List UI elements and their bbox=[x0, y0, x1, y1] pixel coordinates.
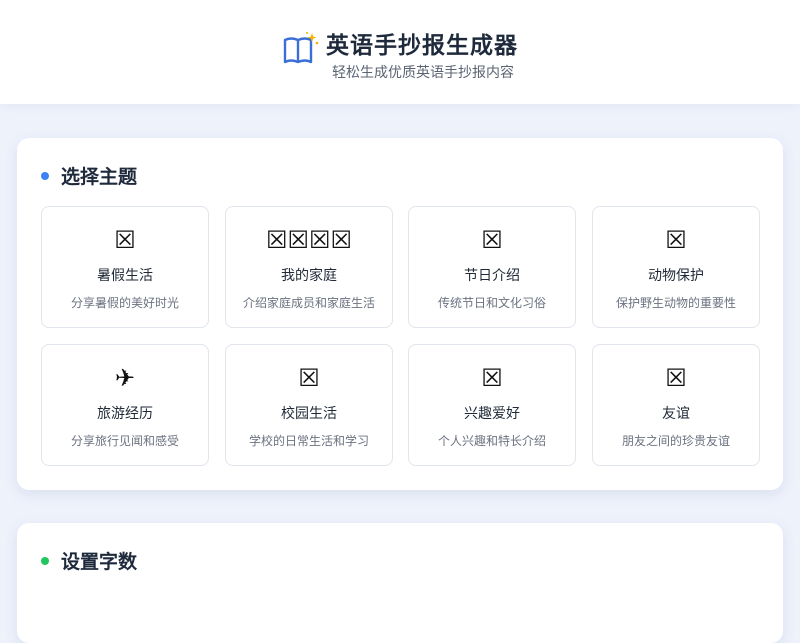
theme-section-title: 选择主题 bbox=[61, 166, 138, 188]
animal-icon: ☒ bbox=[665, 226, 687, 254]
section-dot-icon bbox=[41, 172, 49, 180]
summer-icon: ☒ bbox=[114, 226, 136, 254]
theme-tile-animal[interactable]: ☒ 动物保护 保护野生动物的重要性 bbox=[592, 206, 760, 328]
theme-tile-name: 友谊 bbox=[662, 406, 690, 422]
word-count-card: 设置字数 bbox=[17, 523, 783, 643]
theme-tile-festival[interactable]: ☒ 节日介绍 传统节日和文化习俗 bbox=[408, 206, 576, 328]
airplane-icon: ✈ bbox=[114, 364, 136, 392]
theme-tile-family[interactable]: ☒☒☒☒ 我的家庭 介绍家庭成员和家庭生活 bbox=[225, 206, 393, 328]
theme-tile-name: 校园生活 bbox=[281, 406, 337, 422]
theme-tile-desc: 传统节日和文化习俗 bbox=[437, 296, 546, 310]
theme-tile-summer[interactable]: ☒ 暑假生活 分享暑假的美好时光 bbox=[41, 206, 209, 328]
theme-tile-desc: 保护野生动物的重要性 bbox=[615, 296, 736, 310]
theme-tile-name: 节日介绍 bbox=[464, 268, 520, 284]
theme-tile-name: 兴趣爱好 bbox=[464, 406, 520, 422]
theme-tile-desc: 分享旅行见闻和感受 bbox=[70, 434, 179, 448]
theme-tile-travel[interactable]: ✈ 旅游经历 分享旅行见闻和感受 bbox=[41, 344, 209, 466]
page-title: 英语手抄报生成器 bbox=[326, 33, 518, 59]
theme-card: 选择主题 ☒ 暑假生活 分享暑假的美好时光 ☒☒☒☒ 我的家庭 介绍家庭成员和家… bbox=[17, 138, 783, 490]
section-dot-icon bbox=[41, 557, 49, 565]
campus-icon: ☒ bbox=[298, 364, 320, 392]
theme-tile-campus[interactable]: ☒ 校园生活 学校的日常生活和学习 bbox=[225, 344, 393, 466]
festival-icon: ☒ bbox=[481, 226, 503, 254]
open-book-sparkle-icon bbox=[283, 32, 319, 64]
theme-tile-desc: 介绍家庭成员和家庭生活 bbox=[242, 296, 375, 310]
hobby-icon: ☒ bbox=[481, 364, 503, 392]
friendship-icon: ☒ bbox=[665, 364, 687, 392]
theme-tile-desc: 学校的日常生活和学习 bbox=[248, 434, 369, 448]
theme-tile-desc: 分享暑假的美好时光 bbox=[70, 296, 179, 310]
page-subtitle: 轻松生成优质英语手抄报内容 bbox=[332, 65, 514, 81]
word-count-section-title: 设置字数 bbox=[61, 551, 138, 573]
theme-tile-desc: 朋友之间的珍贵友谊 bbox=[621, 434, 730, 448]
theme-tile-name: 暑假生活 bbox=[97, 268, 153, 284]
theme-tile-friendship[interactable]: ☒ 友谊 朋友之间的珍贵友谊 bbox=[592, 344, 760, 466]
theme-tile-desc: 个人兴趣和特长介绍 bbox=[437, 434, 546, 448]
family-icon: ☒☒☒☒ bbox=[265, 226, 353, 254]
app-header: 英语手抄报生成器 轻松生成优质英语手抄报内容 bbox=[0, 0, 800, 104]
theme-tile-hobby[interactable]: ☒ 兴趣爱好 个人兴趣和特长介绍 bbox=[408, 344, 576, 466]
theme-tile-name: 动物保护 bbox=[648, 268, 704, 284]
theme-tile-name: 我的家庭 bbox=[281, 268, 337, 284]
theme-tile-name: 旅游经历 bbox=[97, 406, 153, 422]
